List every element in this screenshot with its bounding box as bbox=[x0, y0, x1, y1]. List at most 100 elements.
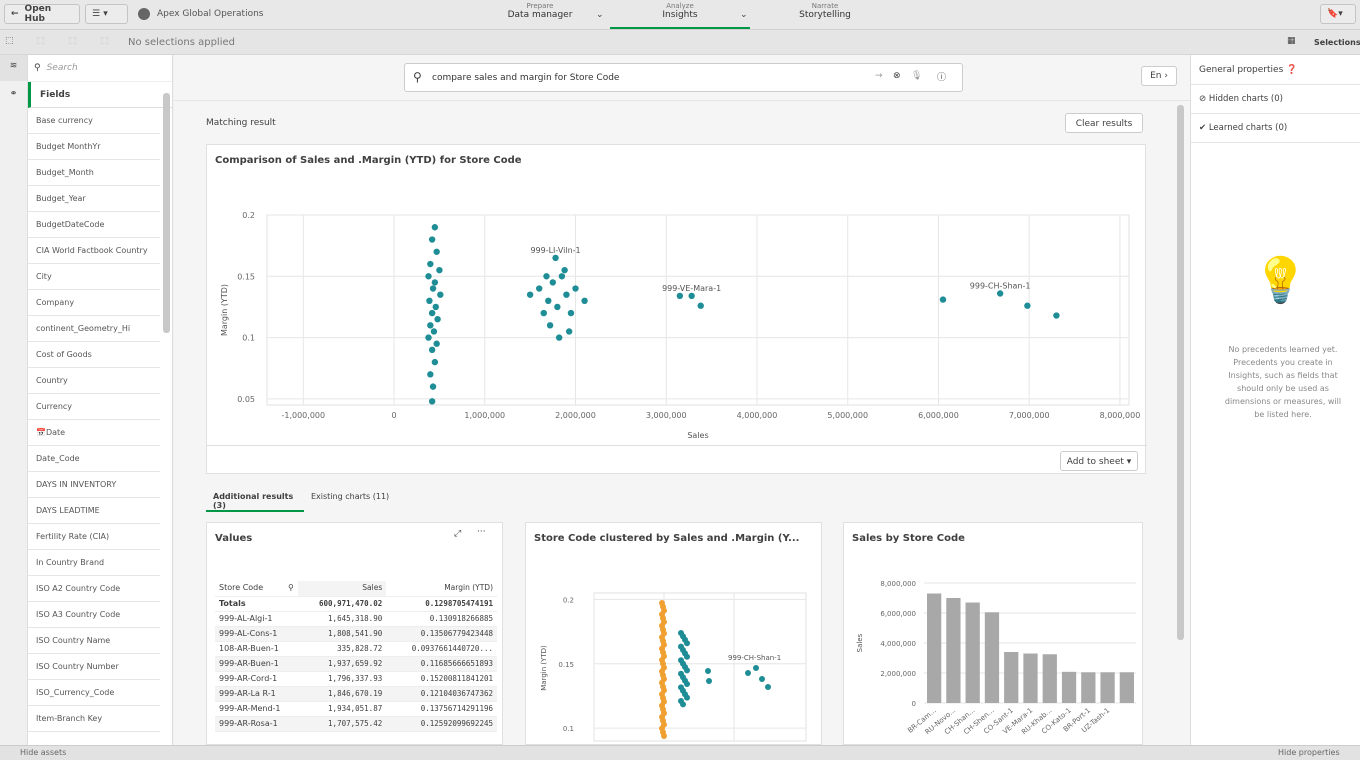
table-row[interactable]: 999-AR-Buen-1 1,937,659.92 0.1168566665189… bbox=[215, 656, 497, 672]
field-item[interactable]: DAYS LEADTIME bbox=[28, 498, 160, 524]
table-row[interactable]: 999-AR-Cord-1 1,796,337.93 0.1520081184120… bbox=[215, 671, 497, 687]
scatter-chart[interactable]: -1,000,000 0 1,000,000 2,000,000 3,000,000 4,… bbox=[207, 145, 1147, 445]
table-row[interactable]: 999-AR-La R-1 1,846,670.19 0.1210403674736… bbox=[215, 686, 497, 702]
grid-icon[interactable]: ▦ bbox=[1287, 36, 1296, 46]
scrollbar[interactable] bbox=[1177, 105, 1184, 640]
totals-label: Totals bbox=[215, 596, 298, 612]
step-forward-icon[interactable]: ⬚ bbox=[68, 36, 77, 46]
y-tick-label: 0.1 bbox=[242, 334, 255, 343]
field-item[interactable]: ISO_Currency_Code bbox=[28, 680, 160, 706]
bar bbox=[1004, 652, 1019, 703]
search-input[interactable]: compare sales and margin for Store Code bbox=[432, 73, 619, 83]
y-tick-label: 0.2 bbox=[242, 211, 255, 220]
field-search[interactable]: ⚲ Search bbox=[28, 55, 172, 82]
info-icon[interactable]: ⓘ bbox=[937, 70, 946, 83]
data-point bbox=[697, 302, 704, 309]
app-icon bbox=[138, 8, 150, 20]
more-options-icon[interactable]: ··· bbox=[477, 527, 486, 537]
main-chart-card: Comparison of Sales and .Margin (YTD) fo… bbox=[206, 144, 1147, 474]
search-icon[interactable]: ⚲ bbox=[284, 581, 298, 597]
data-point bbox=[684, 653, 690, 660]
column-header[interactable]: Sales bbox=[297, 581, 387, 597]
field-item[interactable]: Currency bbox=[28, 394, 160, 420]
field-item[interactable]: Company bbox=[28, 290, 160, 316]
link-icon[interactable]: ⚭ bbox=[0, 81, 27, 99]
fields-panel: ⚲ Search Fields Base currency Budget Month… bbox=[28, 55, 173, 745]
smart-search-icon[interactable]: ⬚ bbox=[5, 36, 14, 46]
insights-main: ⚲ compare sales and margin for Store Cod… bbox=[174, 55, 1190, 745]
chevron-down-icon[interactable]: ⌄ bbox=[596, 10, 604, 20]
tab-data-manager[interactable]: Prepare Data manager bbox=[470, 2, 610, 20]
field-item[interactable]: Budget_Month bbox=[28, 160, 160, 186]
scrollbar[interactable] bbox=[163, 93, 170, 333]
bar-chart[interactable]: 02,000,0004,000,0006,000,0008,000,000Sal… bbox=[844, 523, 1143, 744]
field-item[interactable]: Base currency bbox=[28, 108, 160, 134]
learned-charts-item[interactable]: ✔ Learned charts (0) bbox=[1191, 114, 1360, 143]
tab-storytelling[interactable]: Narrate Storytelling bbox=[755, 2, 895, 20]
submit-arrow-icon[interactable]: → bbox=[875, 71, 883, 81]
field-item[interactable]: Budget MonthYr bbox=[28, 134, 160, 160]
hide-assets-button[interactable]: Hide assets bbox=[20, 747, 66, 759]
tab-existing-charts[interactable]: Existing charts (11) bbox=[304, 487, 396, 512]
column-header[interactable]: Margin (YTD) bbox=[386, 581, 497, 597]
bar bbox=[1081, 672, 1096, 703]
field-item[interactable]: continent_Geometry_Hi bbox=[28, 316, 160, 342]
fields-header[interactable]: Fields bbox=[28, 82, 172, 108]
step-back-icon[interactable]: ⬚ bbox=[36, 36, 45, 46]
field-item[interactable]: Date_Code bbox=[28, 446, 160, 472]
data-point bbox=[684, 694, 690, 701]
data-point bbox=[680, 701, 686, 708]
field-item[interactable]: 📅 Date bbox=[28, 420, 160, 446]
table-row[interactable]: 108-AR-Buen-1 335,828.72 0.0937661440720..… bbox=[215, 641, 497, 657]
field-item[interactable]: ISO A2 Country Code bbox=[28, 576, 160, 602]
x-tick-label: 8,000,000 bbox=[1100, 411, 1141, 420]
add-to-sheet-button[interactable]: Add to sheet ▾ bbox=[1060, 451, 1138, 471]
clear-icon[interactable]: ⊗ bbox=[893, 71, 901, 81]
field-item[interactable]: Budget_Year bbox=[28, 186, 160, 212]
data-point bbox=[565, 328, 573, 335]
data-point bbox=[426, 297, 433, 305]
bar bbox=[927, 593, 942, 703]
menu-button[interactable]: ☰ ▾ bbox=[85, 4, 128, 24]
column-header[interactable]: Store Code bbox=[215, 581, 285, 597]
field-item[interactable]: BudgetDateCode bbox=[28, 212, 160, 238]
data-point bbox=[661, 733, 667, 739]
field-item[interactable]: CIA World Factbook Country bbox=[28, 238, 160, 264]
tab-additional-results[interactable]: Additional results (3) bbox=[206, 487, 304, 512]
field-item[interactable]: Fertility Rate (CIA) bbox=[28, 524, 160, 550]
expand-icon[interactable]: ⤢ bbox=[454, 529, 461, 539]
field-item[interactable]: Cost of Goods bbox=[28, 342, 160, 368]
cluster-chart-card: Store Code clustered by Sales and .Margi… bbox=[525, 522, 822, 745]
field-item[interactable]: ISO Country Name bbox=[28, 628, 160, 654]
bookmark-button[interactable]: 🔖▾ bbox=[1320, 4, 1356, 24]
table-row[interactable]: 999-AL-Algi-1 1,645,318.90 0.130918266885 bbox=[215, 611, 497, 627]
chevron-down-icon[interactable]: ⌄ bbox=[740, 10, 748, 20]
field-item[interactable]: DAYS IN INVENTORY bbox=[28, 472, 160, 498]
table-row[interactable]: 999-AR-Rosa-1 1,707,575.42 0.1259209969224… bbox=[215, 716, 497, 732]
clear-results-button[interactable]: Clear results bbox=[1065, 113, 1143, 133]
field-item[interactable]: In Country Brand bbox=[28, 550, 160, 576]
table-row[interactable]: 999-AR-Mend-1 1,934,051.87 0.1375671429119… bbox=[215, 701, 497, 717]
data-point bbox=[759, 676, 765, 682]
open-hub-button[interactable]: ← Open Hub bbox=[4, 4, 80, 24]
data-point bbox=[431, 358, 439, 366]
hide-properties-button[interactable]: Hide properties bbox=[1278, 747, 1340, 759]
field-item[interactable]: City bbox=[28, 264, 160, 290]
table-row[interactable]: 999-AL-Cons-1 1,808,541.90 0.1350677942344… bbox=[215, 626, 497, 642]
field-item[interactable]: ISO A3 Country Code bbox=[28, 602, 160, 628]
microphone-icon[interactable]: 🎙 bbox=[911, 71, 922, 81]
database-icon[interactable]: ≋ bbox=[0, 55, 27, 81]
language-button[interactable]: En › bbox=[1141, 66, 1177, 86]
tab-insights[interactable]: Analyze Insights bbox=[610, 2, 750, 29]
field-item[interactable]: Country bbox=[28, 368, 160, 394]
hidden-charts-item[interactable]: ⊘ Hidden charts (0) bbox=[1191, 85, 1360, 114]
selections-button[interactable]: Selections bbox=[1314, 38, 1360, 47]
field-item[interactable]: Item-Branch Key bbox=[28, 706, 160, 732]
cluster-scatter-chart[interactable]: 0.1 0.15 0.2 Margin (YTD) 999-CH-Shan-1 bbox=[526, 523, 822, 744]
field-item[interactable]: ISO Country Number bbox=[28, 654, 160, 680]
help-icon[interactable]: ❓ bbox=[1286, 65, 1297, 75]
y-tick-label: 6,000,000 bbox=[880, 610, 916, 618]
insight-search-box[interactable]: ⚲ compare sales and margin for Store Cod… bbox=[404, 63, 963, 92]
properties-panel: General properties ❓ ⊘ Hidden charts (0)… bbox=[1190, 55, 1360, 745]
clear-selections-icon[interactable]: ⬚ bbox=[100, 36, 109, 46]
